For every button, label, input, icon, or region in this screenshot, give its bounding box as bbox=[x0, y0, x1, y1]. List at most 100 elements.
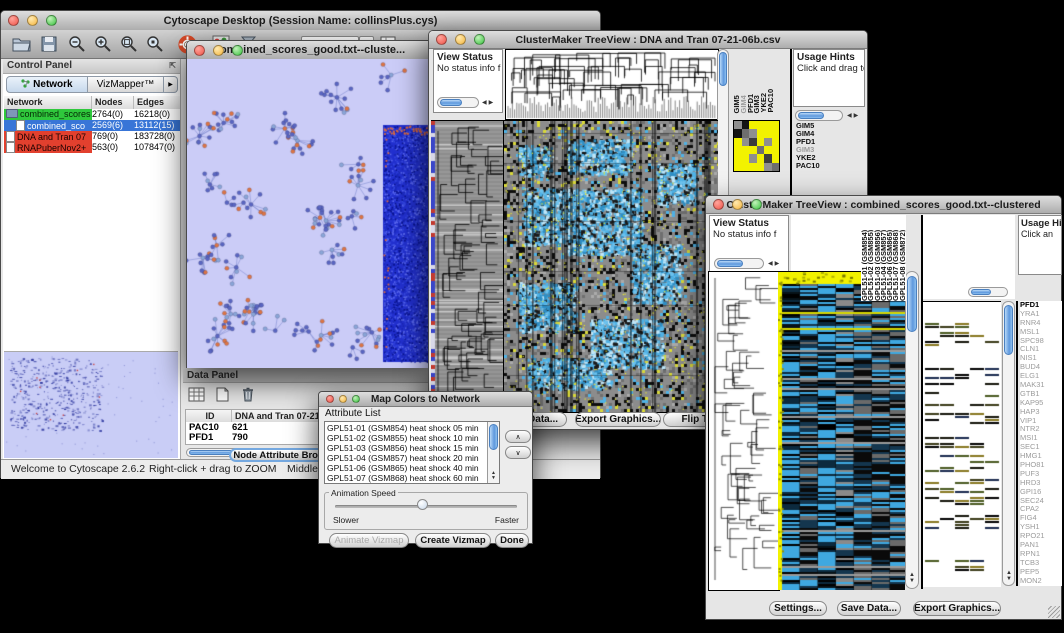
animate-vizmap-button[interactable]: Animate Vizmap bbox=[329, 533, 409, 548]
scroll-arrows[interactable]: ▲▼ bbox=[1006, 570, 1012, 582]
treeview2-heatmap[interactable] bbox=[778, 271, 905, 590]
matrix-cell[interactable] bbox=[742, 129, 750, 137]
scroll-arrows[interactable]: ◀▶ bbox=[482, 100, 495, 106]
gene-label[interactable]: PHO81 bbox=[1020, 461, 1062, 470]
matrix-cell[interactable] bbox=[764, 146, 772, 154]
gene-label[interactable]: PFD1 bbox=[1020, 301, 1062, 310]
gene-label[interactable]: ELG1 bbox=[1020, 372, 1062, 381]
gene-label[interactable]: VIP1 bbox=[1020, 417, 1062, 426]
gene-label[interactable]: SPC98 bbox=[1020, 337, 1062, 346]
gene-label[interactable]: HAP3 bbox=[1020, 408, 1062, 417]
matrix-cell[interactable] bbox=[742, 138, 750, 146]
close-button[interactable] bbox=[713, 199, 724, 210]
minimize-button[interactable] bbox=[339, 395, 347, 403]
tab-network[interactable]: Network bbox=[6, 76, 88, 93]
done-button[interactable]: Done bbox=[495, 533, 529, 548]
treeview2-titlebar[interactable]: ClusterMaker TreeView : combined_scores_… bbox=[706, 196, 1061, 214]
gene-label[interactable]: CLN1 bbox=[1020, 345, 1062, 354]
treeview1-heatmap[interactable] bbox=[503, 120, 718, 413]
matrix-cell[interactable] bbox=[757, 121, 765, 129]
matrix-cell[interactable] bbox=[742, 146, 750, 154]
gene-label[interactable]: PEP5 bbox=[1020, 568, 1062, 577]
attribute-item[interactable]: GPL51-07 (GSM868) heat shock 60 min bbox=[325, 473, 486, 483]
matrix-cell[interactable] bbox=[749, 163, 757, 171]
matrix-cell[interactable] bbox=[734, 146, 742, 154]
zoom-button[interactable] bbox=[751, 199, 762, 210]
scroll-arrows[interactable]: ▲▼ bbox=[909, 572, 915, 584]
select-attributes-button[interactable] bbox=[185, 384, 207, 404]
zoom-in-button[interactable] bbox=[91, 33, 115, 55]
usage-hints-hscrollbar[interactable] bbox=[795, 110, 843, 121]
view-status-hscrollbar[interactable] bbox=[714, 258, 764, 269]
matrix-cell[interactable] bbox=[749, 138, 757, 146]
gene-label[interactable]: GTB1 bbox=[1020, 390, 1062, 399]
matrix-cell[interactable] bbox=[772, 163, 780, 171]
attribute-item[interactable]: GPL51-02 (GSM855) heat shock 10 min bbox=[325, 433, 486, 443]
gene-label[interactable]: RPN1 bbox=[1020, 550, 1062, 559]
matrix-cell[interactable] bbox=[772, 146, 780, 154]
treeview2-settings-button[interactable]: Settings... bbox=[769, 601, 827, 616]
matrix-cell[interactable] bbox=[742, 121, 750, 129]
move-down-button[interactable]: ∨ bbox=[505, 446, 531, 459]
matrix-cell[interactable] bbox=[734, 154, 742, 162]
network-view-titlebar[interactable]: combined_scores_good.txt--cluste... bbox=[187, 41, 432, 60]
attribute-item[interactable]: GPL51-06 (GSM865) heat shock 40 min bbox=[325, 463, 486, 473]
gene-label[interactable]: MSL1 bbox=[1020, 328, 1062, 337]
treeview2-export-graphics-button[interactable]: Export Graphics... bbox=[913, 601, 1001, 616]
gene-label[interactable]: SEC24 bbox=[1020, 497, 1062, 506]
attribute-item[interactable]: GPL51-04 (GSM857) heat shock 20 min bbox=[325, 453, 486, 463]
gene-label[interactable]: PAN1 bbox=[1020, 541, 1062, 550]
gene-label[interactable]: TCB3 bbox=[1020, 559, 1062, 568]
matrix-cell[interactable] bbox=[734, 121, 742, 129]
matrix-cell[interactable] bbox=[764, 154, 772, 162]
matrix-cell[interactable] bbox=[757, 129, 765, 137]
tab-vizmapper[interactable]: VizMapper™ bbox=[88, 76, 164, 93]
network-row-combined-sco-selected[interactable]: combined_sco 2569(6) 13112(15) bbox=[4, 120, 180, 131]
matrix-cell[interactable] bbox=[749, 146, 757, 154]
gene-label[interactable]: HRD3 bbox=[1020, 479, 1062, 488]
attribute-item[interactable]: GPL51-03 (GSM856) heat shock 15 min bbox=[325, 443, 486, 453]
gene-label[interactable]: RNR4 bbox=[1020, 319, 1062, 328]
network-row-dna-tran[interactable]: DNA and Tran 07 769(0) 183728(0) bbox=[4, 131, 180, 142]
zoom-button[interactable] bbox=[232, 45, 243, 56]
gene-label[interactable]: CPA2 bbox=[1020, 505, 1062, 514]
close-button[interactable] bbox=[8, 15, 19, 26]
gene-label[interactable]: HMG1 bbox=[1020, 452, 1062, 461]
treeview2-save-data-button[interactable]: Save Data... bbox=[837, 601, 901, 616]
matrix-cell[interactable] bbox=[742, 154, 750, 162]
zoom-button[interactable] bbox=[474, 34, 485, 45]
treeview1-export-graphics-button[interactable]: Export Graphics... bbox=[575, 412, 661, 427]
gene-label[interactable]: MON2 bbox=[1020, 577, 1062, 586]
zoom-button[interactable] bbox=[352, 395, 360, 403]
gene-label[interactable]: MAK31 bbox=[1020, 381, 1062, 390]
matrix-cell[interactable] bbox=[764, 163, 772, 171]
close-button[interactable] bbox=[326, 395, 334, 403]
list-vscrollbar[interactable]: ▲▼ bbox=[487, 422, 499, 483]
matrix-cell[interactable] bbox=[734, 129, 742, 137]
matrix-cell[interactable] bbox=[734, 163, 742, 171]
network-overview-thumbnail[interactable] bbox=[4, 351, 178, 458]
matrix-cell[interactable] bbox=[764, 138, 772, 146]
attribute-item[interactable]: GPL51-01 (GSM854) heat shock 05 min bbox=[325, 423, 486, 433]
matrix-cell[interactable] bbox=[772, 121, 780, 129]
treeview2-gene-list[interactable]: PFD1YRA1RNR4MSL1SPC98CLN1NIS1BUD4ELG1MAK… bbox=[1020, 301, 1062, 586]
zoom-fit-button[interactable] bbox=[117, 33, 141, 55]
gene-label[interactable]: YRA1 bbox=[1020, 310, 1062, 319]
matrix-cell[interactable] bbox=[749, 154, 757, 162]
close-button[interactable] bbox=[194, 45, 205, 56]
gene-label[interactable]: GPI16 bbox=[1020, 488, 1062, 497]
matrix-cell[interactable] bbox=[757, 163, 765, 171]
gene-label[interactable]: FIG4 bbox=[1020, 514, 1062, 523]
open-session-button[interactable] bbox=[9, 33, 33, 55]
minimize-button[interactable] bbox=[27, 15, 38, 26]
move-up-button[interactable]: ∧ bbox=[505, 430, 531, 443]
network-row-combined-scores[interactable]: combined_scores 2764(0) 16218(0) bbox=[4, 109, 180, 120]
minimize-button[interactable] bbox=[455, 34, 466, 45]
matrix-cell[interactable] bbox=[742, 163, 750, 171]
minimize-button[interactable] bbox=[213, 45, 224, 56]
gene-label[interactable]: KAP95 bbox=[1020, 399, 1062, 408]
header-nodes[interactable]: Nodes bbox=[92, 96, 134, 109]
matrix-cell[interactable] bbox=[734, 138, 742, 146]
matrix-cell[interactable] bbox=[757, 146, 765, 154]
treeview2-vscrollbar[interactable]: ▲▼ bbox=[905, 271, 919, 589]
